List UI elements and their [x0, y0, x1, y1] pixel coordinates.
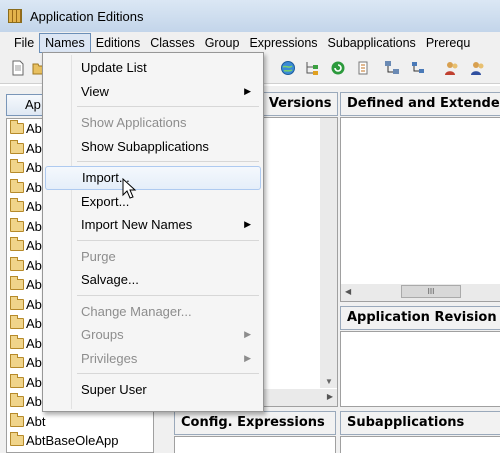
menu-item-label: Privileges: [81, 350, 138, 366]
folder-icon: [10, 276, 24, 291]
submenu-arrow-icon: ▶: [244, 85, 251, 96]
folder-icon: [10, 198, 24, 213]
menu-editions[interactable]: Editions: [91, 33, 145, 53]
menu-item-label: Groups: [81, 327, 124, 342]
scroll-thumb[interactable]: III: [401, 285, 461, 298]
menu-separator: [77, 161, 259, 162]
menu-expressions[interactable]: Expressions: [244, 33, 322, 53]
folder-icon: [10, 178, 24, 193]
menu-item-export[interactable]: Export...: [45, 190, 261, 214]
menu-item-super-user[interactable]: Super User: [45, 378, 261, 402]
list-item[interactable]: Abt: [7, 412, 153, 432]
subapplications-header[interactable]: Subapplications: [340, 411, 500, 435]
menu-classes[interactable]: Classes: [145, 33, 199, 53]
menu-item-label: Import New Names: [81, 217, 193, 232]
submenu-arrow-icon: ▶: [244, 329, 251, 339]
menu-item-update-list[interactable]: Update List: [45, 56, 261, 80]
subapplications-list[interactable]: [340, 436, 500, 453]
list-item[interactable]: AbtBaseOleApp: [7, 431, 153, 451]
application-icon: [8, 9, 22, 23]
document-icon[interactable]: [10, 60, 26, 76]
menu-subapplications[interactable]: Subapplications: [323, 33, 421, 53]
folder-icon: [10, 256, 24, 271]
scroll-left-arrow-icon[interactable]: ◀: [345, 287, 351, 296]
names-dropdown-menu: Update List View ▶ Show Applications Show Su…: [42, 52, 264, 412]
config-expressions-list[interactable]: [174, 436, 336, 453]
menu-item-purge[interactable]: Purge: [45, 245, 261, 269]
menu-item-label: Change Manager...: [81, 303, 192, 319]
folder-icon: [10, 432, 24, 447]
menu-item-show-subapplications[interactable]: Show Subapplications: [45, 135, 261, 159]
tree-icon[interactable]: [304, 60, 320, 76]
hierarchy-icon[interactable]: [384, 60, 400, 76]
menu-separator: [77, 373, 259, 374]
menu-prerequ[interactable]: Prerequ: [421, 33, 475, 53]
folder-icon: [10, 120, 24, 135]
menu-item-import[interactable]: Import...: [45, 166, 261, 190]
menu-group[interactable]: Group: [200, 33, 245, 53]
folder-icon: [10, 412, 24, 427]
menu-item-label: Super User: [81, 382, 147, 397]
folder-icon: [10, 334, 24, 349]
revision-header[interactable]: Application Revision N: [340, 306, 500, 330]
folder-icon: [10, 217, 24, 232]
folder-icon: [10, 139, 24, 154]
menu-item-privileges[interactable]: Privileges ▶: [45, 347, 261, 371]
refresh-icon[interactable]: [330, 60, 346, 76]
menu-file[interactable]: File: [9, 33, 39, 53]
menu-separator: [77, 294, 259, 296]
menu-separator: [77, 106, 259, 107]
folder-icon: [10, 315, 24, 330]
revision-list[interactable]: [340, 331, 500, 407]
menu-item-label: View: [81, 83, 109, 99]
folder-icon: [10, 237, 24, 252]
list-item-label: AbtBaseOleApp: [26, 433, 119, 449]
tree-icon[interactable]: [410, 60, 426, 76]
people-icon[interactable]: [470, 60, 486, 76]
defined-horizontal-scrollbar[interactable]: ◀ III: [341, 284, 500, 301]
scroll-down-arrow-icon[interactable]: ▼: [325, 377, 333, 386]
submenu-arrow-icon: ▶: [244, 219, 251, 229]
folder-icon: [10, 373, 24, 388]
folder-icon: [10, 393, 24, 408]
menu-names[interactable]: Names: [39, 33, 91, 53]
menu-item-label: Show Applications: [81, 115, 187, 130]
folder-icon: [10, 159, 24, 174]
title-bar: Application Editions: [0, 0, 500, 32]
menu-item-label: Show Subapplications: [81, 138, 209, 154]
defined-extended-header[interactable]: Defined and Extended: [340, 92, 500, 116]
globe-icon[interactable]: [280, 60, 296, 76]
versions-vertical-scrollbar[interactable]: ▼: [320, 118, 337, 388]
people-icon[interactable]: [444, 60, 460, 76]
menu-item-view[interactable]: View ▶: [45, 80, 261, 104]
config-expressions-header[interactable]: Config. Expressions: [174, 411, 336, 435]
menu-item-change-manager[interactable]: Change Manager...: [45, 300, 261, 324]
menu-item-label: Update List: [81, 60, 147, 75]
menu-item-salvage[interactable]: Salvage...: [45, 268, 261, 292]
scroll-right-arrow-icon[interactable]: ▶: [327, 392, 333, 401]
submenu-arrow-icon: ▶: [244, 352, 251, 363]
menu-item-import-new-names[interactable]: Import New Names ▶: [45, 213, 261, 237]
menu-bar: File Names Editions Classes Group Expressions…: [0, 32, 500, 54]
list-item-label: Abt: [26, 413, 46, 429]
defined-extended-list[interactable]: [340, 117, 500, 302]
menu-item-groups[interactable]: Groups ▶: [45, 323, 261, 347]
menu-separator: [77, 239, 259, 241]
menu-item-label: Purge: [81, 248, 116, 264]
window-title: Application Editions: [30, 8, 144, 24]
folder-icon: [10, 354, 24, 369]
mouse-cursor-icon: [122, 178, 137, 199]
list-icon[interactable]: [355, 60, 371, 76]
folder-icon: [10, 295, 24, 310]
menu-item-label: Salvage...: [81, 272, 139, 287]
menu-item-show-applications[interactable]: Show Applications: [45, 111, 261, 135]
